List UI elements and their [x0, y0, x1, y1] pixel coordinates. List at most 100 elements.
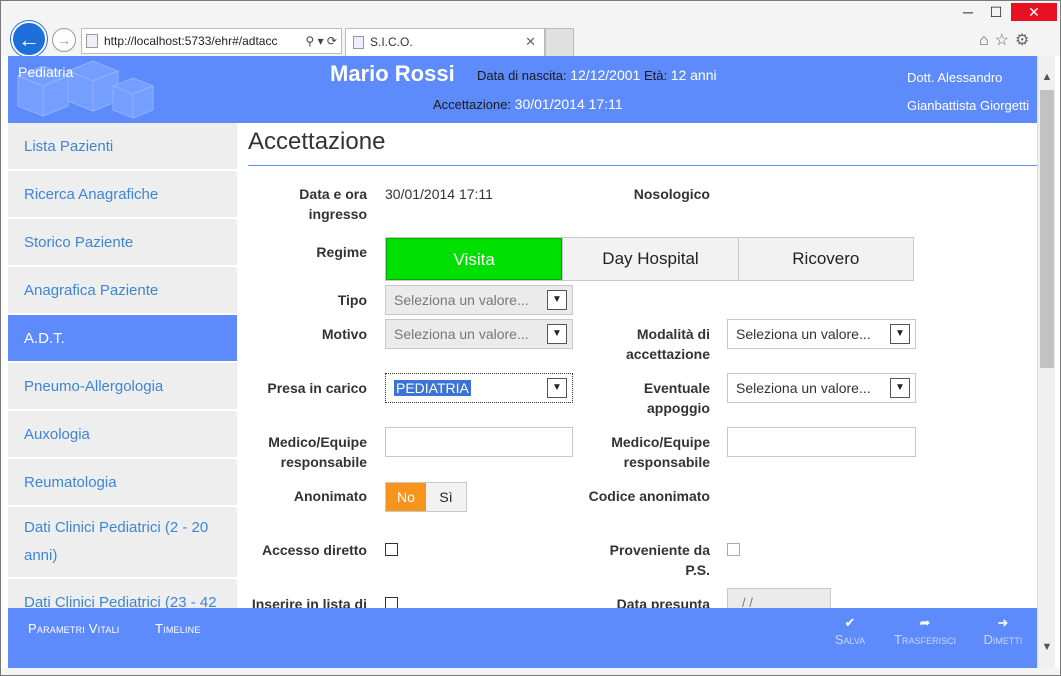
tab-title: S.I.C.O. [370, 35, 413, 49]
back-arrow-icon[interactable]: ← [11, 21, 47, 57]
sidebar-item-pneumo-allergologia[interactable]: Pneumo-Allergologia [8, 363, 237, 411]
presa-select-value: PEDIATRIA [394, 380, 471, 396]
regime-ricovero-button[interactable]: Ricovero [737, 238, 913, 280]
address-tools-icons[interactable]: ⚲ ▾ ⟳ [305, 29, 337, 53]
patient-birth-info: Data di nascita: 12/12/2001 Età: 12 anni [477, 67, 717, 83]
age-label: Età: [643, 68, 668, 83]
salva-label: Salva [834, 632, 866, 647]
anonimato-label: Anonimato [293, 488, 367, 504]
motivo-select-value: Seleziona un valore... [394, 326, 529, 342]
chevron-down-icon: ▼ [547, 324, 567, 344]
sidebar-item-dati-clinici-23-42[interactable]: Dati Clinici Pediatrici (23 - 42 [8, 579, 237, 608]
proveniente-ps-label: Proveniente da P.S. [609, 542, 710, 578]
modalita-accettazione-select[interactable]: Seleziona un valore... ▼ [727, 319, 916, 349]
page-title: Accettazione [248, 128, 386, 155]
dimetti-label: Dimetti [983, 632, 1023, 647]
minimize-button[interactable]: ─ [955, 3, 981, 21]
modalita-select-value: Seleziona un valore... [736, 326, 871, 342]
chevron-down-icon: ▼ [890, 324, 910, 344]
acceptance-value: 30/01/2014 17:11 [514, 96, 623, 112]
chevron-down-icon: ▼ [547, 378, 567, 398]
medico-equipe-label-2: Medico/Equipe responsabile [611, 434, 710, 470]
sidebar-item-lista-pazienti[interactable]: Lista Pazienti [8, 123, 237, 171]
page-icon [86, 34, 98, 48]
medico-equipe-input-2[interactable] [727, 427, 916, 457]
sidebar-item-adt[interactable]: A.D.T. [8, 315, 237, 363]
regime-label: Regime [316, 244, 367, 260]
data-presunta-label: Data presunta [616, 596, 710, 608]
data-ingresso-label: Data e ora ingresso [299, 186, 367, 222]
doctor-name[interactable]: Dott. Alessandro Gianbattista Giorgetti [907, 64, 1037, 120]
tab-page-icon [353, 36, 364, 49]
regime-visita-button[interactable]: Visita [386, 238, 563, 280]
chevron-down-icon: ▼ [890, 378, 910, 398]
trasferisci-button[interactable]: ➦ Trasferisci [884, 615, 966, 648]
data-ingresso-value: 30/01/2014 17:11 [385, 186, 493, 202]
browser-tab[interactable]: S.I.C.O. ✕ [345, 28, 545, 56]
regime-segmented-control: Visita Day Hospital Ricovero [385, 237, 914, 281]
tipo-label: Tipo [337, 292, 367, 308]
sidebar-item-storico-paziente[interactable]: Storico Paziente [8, 219, 237, 267]
scroll-up-icon[interactable]: ▲ [1038, 68, 1056, 86]
anonimato-no-button[interactable]: No [386, 483, 426, 511]
main-content: Accettazione Data e ora ingresso 30/01/2… [237, 123, 1037, 608]
tipo-select-value: Seleziona un valore... [394, 292, 529, 308]
scrollbar-thumb[interactable] [1040, 90, 1054, 368]
share-arrow-icon: ➦ [919, 615, 931, 630]
birth-value: 12/12/2001 [570, 67, 641, 83]
proveniente-ps-checkbox[interactable] [727, 543, 740, 556]
age-value: 12 anni [670, 67, 717, 83]
accesso-diretto-checkbox[interactable] [385, 543, 398, 556]
regime-day-hospital-button[interactable]: Day Hospital [562, 238, 738, 280]
medico-equipe-label-1: Medico/Equipe responsabile [268, 434, 367, 470]
sidebar-item-ricerca-anagrafiche[interactable]: Ricerca Anagrafiche [8, 171, 237, 219]
appoggio-select-value: Seleziona un valore... [736, 380, 871, 396]
presa-in-carico-label: Presa in carico [267, 380, 367, 396]
modalita-accettazione-label: Modalità di accettazione [625, 326, 710, 362]
birth-label: Data di nascita: [477, 68, 567, 83]
chevron-down-icon: ▼ [547, 290, 567, 310]
medico-equipe-input-1[interactable] [385, 427, 573, 457]
tipo-select[interactable]: Seleziona un valore... ▼ [385, 285, 573, 315]
browser-chrome: ─ ☐ ✕ ← → http://localhost:5733/ehr#/adt… [0, 0, 1061, 57]
maximize-button[interactable]: ☐ [983, 3, 1009, 21]
trasferisci-label: Trasferisci [894, 632, 956, 647]
page-scrollbar[interactable]: ▲ ▼ [1037, 56, 1055, 668]
sidebar-item-reumatologia[interactable]: Reumatologia [8, 459, 237, 507]
tab-close-icon[interactable]: ✕ [525, 29, 536, 55]
parametri-vitali-link[interactable]: Parametri Vitali [28, 621, 120, 636]
timeline-link[interactable]: Timeline [155, 621, 201, 636]
motivo-label: Motivo [321, 326, 367, 342]
patient-name: Mario Rossi [330, 61, 455, 86]
anonimato-si-button[interactable]: Sì [426, 483, 466, 511]
motivo-select[interactable]: Seleziona un valore... ▼ [385, 319, 573, 349]
sidebar-nav: Lista Pazienti Ricerca Anagrafiche Stori… [8, 123, 237, 608]
home-favorites-settings-icons[interactable]: ⌂☆⚙ [979, 30, 1035, 50]
salva-button[interactable]: ✔ Salva [828, 615, 872, 648]
close-window-button[interactable]: ✕ [1011, 3, 1057, 21]
sidebar-item-auxologia[interactable]: Auxologia [8, 411, 237, 459]
presa-in-carico-select[interactable]: PEDIATRIA ▼ [385, 373, 573, 403]
sidebar-item-dati-clinici-2-20[interactable]: Dati Clinici Pediatrici (2 - 20 anni) [8, 507, 237, 579]
eventuale-appoggio-select[interactable]: Seleziona un valore... ▼ [727, 373, 916, 403]
nosologico-label: Nosologico [633, 186, 710, 202]
window-bottom-edge [0, 668, 1061, 676]
new-tab-button[interactable] [545, 28, 574, 56]
acceptance-info: Accettazione: 30/01/2014 17:11 [433, 96, 623, 112]
address-bar[interactable]: http://localhost:5733/ehr#/adtacc ⚲ ▾ ⟳ [81, 28, 342, 54]
inserire-lista-label: Inserire in lista di [251, 596, 367, 608]
address-url: http://localhost:5733/ehr#/adtacc [104, 34, 278, 48]
doctor-line-2: Gianbattista Giorgetti [907, 98, 1030, 113]
dimetti-button[interactable]: ➜ Dimetti [976, 615, 1030, 648]
acceptance-label: Accettazione: [433, 97, 512, 112]
right-arrow-icon: ➜ [997, 615, 1009, 630]
data-presunta-input[interactable]: / / [727, 588, 831, 608]
sidebar-item-anagrafica-paziente[interactable]: Anagrafica Paziente [8, 267, 237, 315]
scroll-down-icon[interactable]: ▼ [1038, 638, 1056, 656]
check-icon: ✔ [844, 615, 856, 630]
forward-arrow-icon[interactable]: → [52, 28, 76, 52]
inserire-lista-checkbox[interactable] [385, 597, 398, 608]
codice-anonimato-label: Codice anonimato [588, 488, 710, 504]
app-header: Pediatria Mario Rossi Data di nascita: 1… [8, 56, 1037, 123]
title-divider [248, 165, 1037, 166]
